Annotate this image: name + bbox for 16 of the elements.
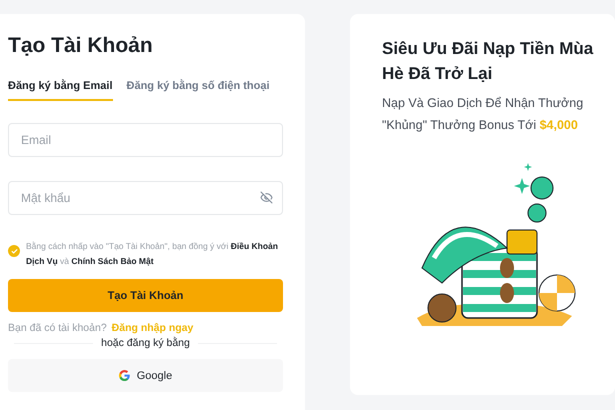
google-button[interactable]: Google — [8, 359, 283, 392]
promo-text: Nạp Và Giao Dịch Để Nhận Thưởng "Khủng" Thưởng Bonus Tới $4,000 — [382, 95, 584, 134]
tab[interactable]: Đăng ký bằng Email — [8, 80, 113, 101]
tab[interactable]: Đăng ký bằng số điện thoại — [126, 80, 270, 101]
password-field[interactable]: Mật khẩu — [8, 181, 283, 215]
agree-checkbox[interactable] — [8, 245, 20, 257]
promo-title: Siêu Ưu Đãi Nạp Tiền Mùa Hè Đã Trở Lại — [382, 38, 594, 85]
email-field[interactable]: Email — [8, 123, 283, 157]
divider-text: hoặc đăng ký bằng — [101, 337, 190, 349]
check-icon — [10, 248, 18, 254]
page-title: Tạo Tài Khoản — [8, 34, 154, 58]
create-account-button[interactable]: Tạo Tài Khoản — [8, 279, 283, 312]
hide-password-icon[interactable] — [260, 191, 273, 204]
google-icon — [118, 370, 130, 381]
terms-text: Bằng cách nhấp vào "Tạo Tài Khoản", bạn đồng ý với Điều Khoản Dịch Vụ và Chính Sách Bảo Mật — [26, 240, 279, 268]
login-prompt: Bạn đã có tài khoản? — [8, 322, 107, 334]
